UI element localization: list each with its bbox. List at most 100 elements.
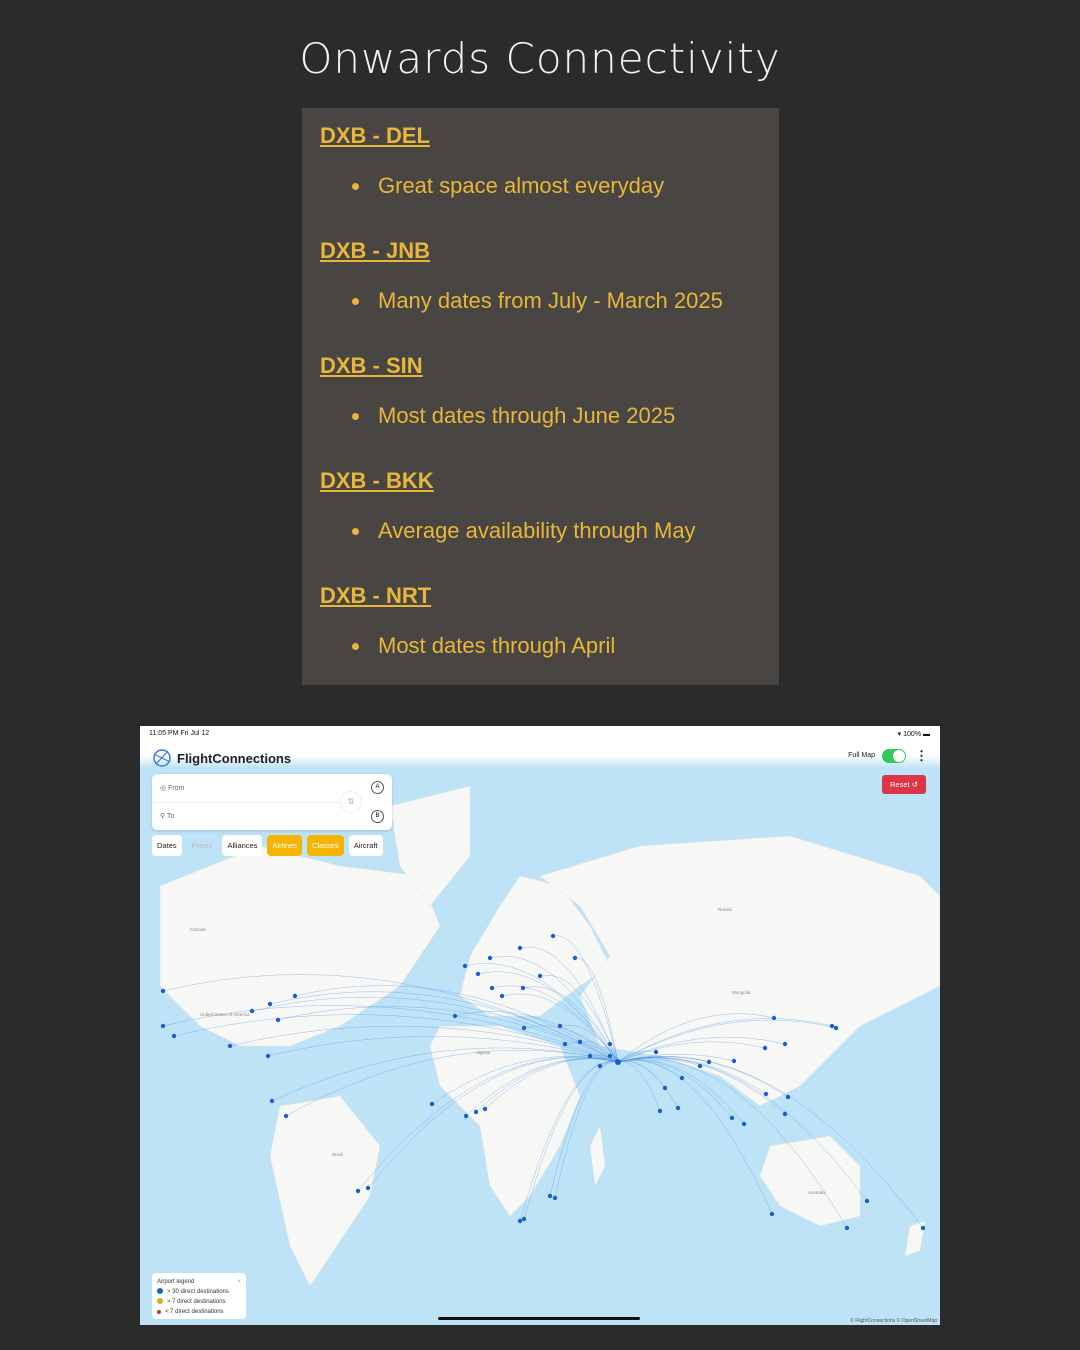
airport-dot[interactable] xyxy=(844,1225,850,1231)
airport-dot[interactable] xyxy=(771,1015,777,1021)
airport-dot[interactable] xyxy=(227,1043,233,1049)
filter-airlines[interactable]: Airlines xyxy=(267,835,303,856)
route-link[interactable]: DXB - NRT xyxy=(320,582,779,638)
airport-dot[interactable] xyxy=(675,1105,681,1111)
filter-prices[interactable]: Prices xyxy=(187,835,218,856)
map-label: Mongolia xyxy=(732,990,751,995)
airport-dot[interactable] xyxy=(829,1023,835,1029)
airport-dot[interactable] xyxy=(657,1108,663,1114)
airport-dot[interactable] xyxy=(365,1185,371,1191)
filter-classes[interactable]: Classes xyxy=(307,835,344,856)
close-icon[interactable]: × xyxy=(237,1277,241,1287)
airport-dot[interactable] xyxy=(762,1045,768,1051)
airport-dot[interactable] xyxy=(521,1025,527,1031)
airport-dot[interactable] xyxy=(517,945,523,951)
airport-dot[interactable] xyxy=(429,1101,435,1107)
full-map-toggle[interactable] xyxy=(882,749,906,763)
airport-dot[interactable] xyxy=(265,1053,271,1059)
more-options-icon[interactable]: ⋮ xyxy=(915,748,928,764)
airport-dot[interactable] xyxy=(577,1039,583,1045)
from-field[interactable]: ◎ From xyxy=(160,784,184,792)
airport-dot[interactable] xyxy=(552,1195,558,1201)
airport-dot[interactable] xyxy=(597,1063,603,1069)
route-note: Great space almost everyday xyxy=(320,174,779,233)
airport-dot[interactable] xyxy=(462,963,468,969)
airport-dot[interactable] xyxy=(785,1094,791,1100)
reset-button[interactable]: Reset ↺ xyxy=(882,775,926,794)
route-note: Average availability through May xyxy=(320,519,779,578)
airport-dot[interactable] xyxy=(355,1188,361,1194)
airport-dot[interactable] xyxy=(283,1113,289,1119)
airport-dot[interactable] xyxy=(741,1121,747,1127)
airport-dot[interactable] xyxy=(587,1053,593,1059)
route-link[interactable]: DXB - JNB xyxy=(320,237,779,293)
airport-dot[interactable] xyxy=(249,1008,255,1014)
airport-dot[interactable] xyxy=(160,1023,166,1029)
airport-dot[interactable] xyxy=(547,1193,553,1199)
airport-dot[interactable] xyxy=(782,1041,788,1047)
airport-legend: Airport legend × > 30 direct destinations… xyxy=(152,1273,246,1319)
filter-alliances[interactable]: Alliances xyxy=(222,835,263,856)
airport-dot[interactable] xyxy=(607,1041,613,1047)
airport-dot[interactable] xyxy=(697,1063,703,1069)
route-item: DXB - BKK Average availability through Ma… xyxy=(320,467,779,582)
airport-dot[interactable] xyxy=(171,1033,177,1039)
airport-dot[interactable] xyxy=(729,1115,735,1121)
airport-dot[interactable] xyxy=(706,1059,712,1065)
route-link[interactable]: DXB - BKK xyxy=(320,467,779,523)
airport-dot[interactable] xyxy=(537,973,543,979)
airport-dot[interactable] xyxy=(160,988,166,994)
airport-dot[interactable] xyxy=(769,1211,775,1217)
airport-dot[interactable] xyxy=(517,1218,523,1224)
route-note: Most dates through June 2025 xyxy=(320,404,779,463)
airport-dot[interactable] xyxy=(562,1041,568,1047)
route-item: DXB - NRT Most dates through April xyxy=(320,582,779,697)
airport-dot[interactable] xyxy=(833,1025,839,1031)
filter-dates[interactable]: Dates xyxy=(152,835,182,856)
app-logo[interactable]: FlightConnections xyxy=(152,748,291,768)
destination-b-icon[interactable]: B xyxy=(371,810,384,823)
airport-dot[interactable] xyxy=(607,1053,613,1059)
airport-dot[interactable] xyxy=(452,1013,458,1019)
app-name: FlightConnections xyxy=(177,750,292,766)
airport-dot[interactable] xyxy=(475,971,481,977)
airport-dot[interactable] xyxy=(499,993,505,999)
airport-dot[interactable] xyxy=(267,1001,273,1007)
filter-aircraft[interactable]: Aircraft xyxy=(348,835,383,856)
filter-bar: Dates Prices Alliances Airlines Classes … xyxy=(152,835,383,856)
airport-dot[interactable] xyxy=(482,1106,488,1112)
airport-dot[interactable] xyxy=(275,1017,281,1023)
airport-dot[interactable] xyxy=(463,1113,469,1119)
airport-dot[interactable] xyxy=(572,955,578,961)
airport-dot[interactable] xyxy=(292,993,298,999)
route-note: Most dates through April xyxy=(320,634,779,693)
swap-icon[interactable]: ⇅ xyxy=(340,791,362,813)
airport-dot[interactable] xyxy=(679,1075,685,1081)
map-label: Brazil xyxy=(332,1152,343,1157)
reset-icon: ↺ xyxy=(911,780,918,789)
route-link[interactable]: DXB - SIN xyxy=(320,352,779,408)
airport-dot[interactable] xyxy=(782,1111,788,1117)
status-time: 11:05 PM Fri Jul 12 xyxy=(149,730,210,737)
airport-dot[interactable] xyxy=(520,985,526,991)
full-map-label: Full Map xyxy=(848,752,875,759)
airport-dot[interactable] xyxy=(662,1085,668,1091)
map-label: Algeria xyxy=(476,1050,491,1055)
airport-dot[interactable] xyxy=(864,1198,870,1204)
airport-dot[interactable] xyxy=(557,1023,563,1029)
hub-airport-dot[interactable] xyxy=(615,1059,621,1065)
airport-dot[interactable] xyxy=(269,1098,275,1104)
airport-dot[interactable] xyxy=(521,1216,527,1222)
home-indicator xyxy=(438,1317,640,1320)
route-link[interactable]: DXB - DEL xyxy=(320,122,779,178)
airport-dot[interactable] xyxy=(473,1109,479,1115)
to-field[interactable]: ⚲ To xyxy=(160,812,174,820)
airport-dot[interactable] xyxy=(731,1058,737,1064)
airport-dot[interactable] xyxy=(550,933,556,939)
airport-dot[interactable] xyxy=(763,1091,769,1097)
airport-dot[interactable] xyxy=(489,985,495,991)
airport-dot[interactable] xyxy=(653,1049,659,1055)
airport-dot[interactable] xyxy=(920,1225,926,1231)
origin-a-icon[interactable]: A xyxy=(371,781,384,794)
airport-dot[interactable] xyxy=(487,955,493,961)
